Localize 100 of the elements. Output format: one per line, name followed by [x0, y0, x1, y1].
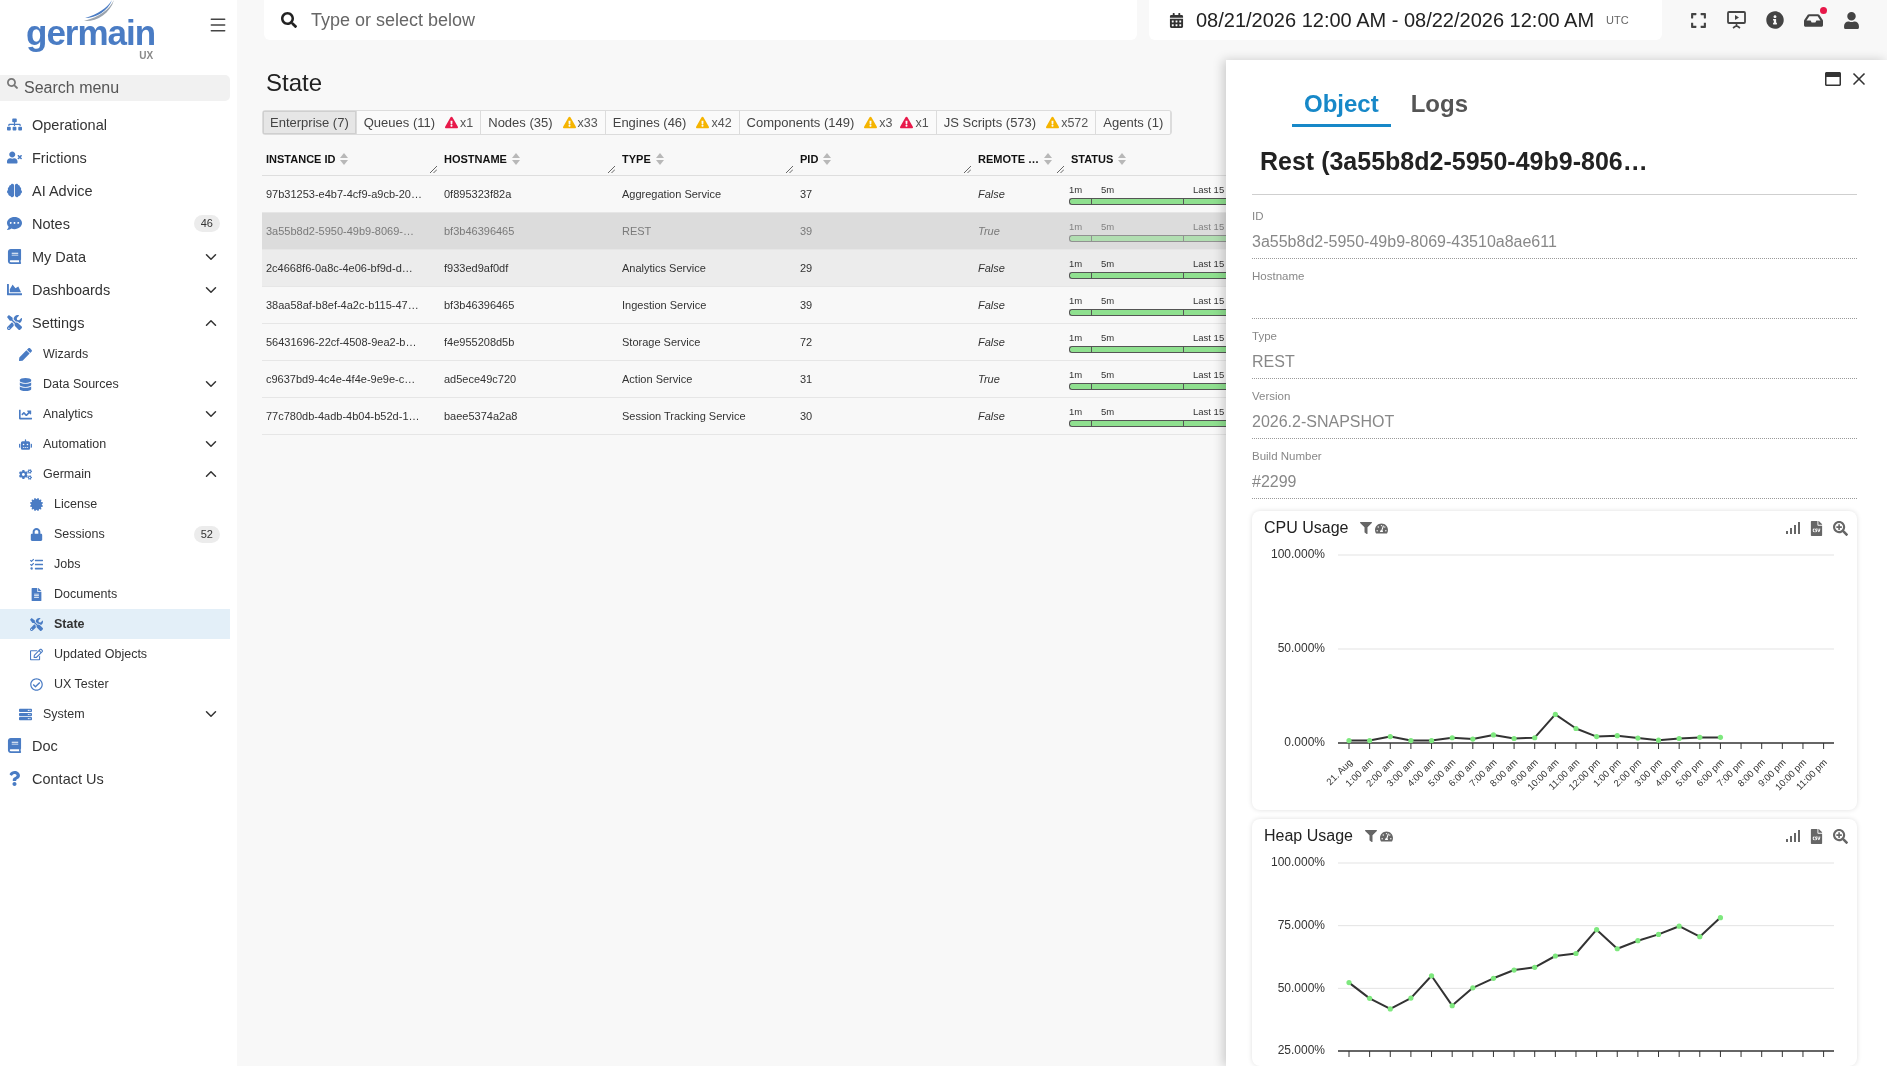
table-cell-text: REST: [621, 224, 653, 239]
column-header[interactable]: INSTANCE ID: [262, 142, 440, 175]
category-tab[interactable]: Agents (1): [1096, 111, 1172, 134]
window-icon[interactable]: [1825, 71, 1841, 87]
table-cell-text: 0f895323f82a: [443, 187, 513, 202]
table-cell-text: f4e955208d5b: [443, 335, 516, 350]
table-cell-text: 38aa58af-b8ef-4a2c-b115-47…: [265, 298, 420, 313]
panel-tab[interactable]: Logs: [1398, 80, 1480, 127]
table-row[interactable]: 77c780db-4adb-4b04-b52d-1… baee5374a2a8 Session Tracking Service 30 False 1m 5m Last 15: [262, 398, 1226, 435]
readonly-field: 2026.2-SNAPSHOT: [1252, 412, 1857, 439]
menu-item[interactable]: Notes 46: [0, 207, 230, 240]
book-icon: [7, 249, 22, 264]
status-label: 1m: [1069, 405, 1083, 417]
menu-item[interactable]: Sessions 52: [0, 519, 230, 549]
category-tab[interactable]: Components (149) x3 x1: [739, 111, 937, 134]
gauge-icon[interactable]: [1375, 521, 1389, 535]
search-field[interactable]: Type or select below: [264, 0, 1137, 40]
column-header[interactable]: PID: [796, 142, 974, 175]
tools-icon: [7, 315, 22, 330]
table-row[interactable]: 56431696-22cf-4508-9ea2-b… f4e955208d5b Storage Service 72 False 1m 5m Last 15: [262, 324, 1226, 361]
csv-file-icon[interactable]: [1809, 828, 1824, 844]
zoom-in-icon[interactable]: [1833, 828, 1848, 844]
page-title: State: [266, 69, 323, 97]
menu-item[interactable]: State: [0, 609, 230, 639]
menu-item[interactable]: Updated Objects: [0, 639, 230, 669]
menu-item[interactable]: Frictions: [0, 141, 230, 174]
table-row[interactable]: 2c4668f6-0a8c-4e06-bf9d-d… f933ed9af0df Analytics Service 29 False 1m 5m Last 15: [262, 250, 1226, 287]
seal-icon: [30, 497, 43, 511]
data-point: [1717, 734, 1724, 740]
menu-item[interactable]: Contact Us: [0, 762, 230, 795]
table-cell-text: 39: [799, 298, 814, 313]
category-tab[interactable]: Enterprise (7): [263, 111, 357, 134]
zoom-in-icon[interactable]: [1833, 520, 1848, 536]
menu-item[interactable]: System: [0, 699, 230, 729]
date-range-picker[interactable]: 08/21/2026 12:00 AM - 08/22/2026 12:00 AM UTC: [1149, 0, 1662, 40]
table-cell-text: 31: [799, 372, 814, 387]
column-header[interactable]: HOSTNAME: [440, 142, 618, 175]
column-header[interactable]: TYPE: [618, 142, 796, 175]
filter-icon[interactable]: [1360, 522, 1373, 534]
menu-item[interactable]: Analytics: [0, 399, 230, 429]
data-point: [1552, 953, 1558, 959]
menu-item[interactable]: License: [0, 489, 230, 519]
resize-handle-icon[interactable]: [786, 166, 793, 173]
resize-handle-icon[interactable]: [608, 166, 615, 173]
menu-item[interactable]: Germain: [0, 459, 230, 489]
table-cell-text: Action Service: [621, 372, 694, 387]
filter-icon[interactable]: [1364, 830, 1377, 842]
menu-item[interactable]: UX Tester: [0, 669, 230, 699]
menu-item[interactable]: Automation: [0, 429, 230, 459]
field-label: Build Number: [1252, 449, 1322, 463]
resize-handle-icon[interactable]: [430, 166, 437, 173]
warning-triangle-icon: [696, 116, 710, 129]
data-point: [1594, 734, 1600, 740]
robot-icon: [19, 437, 32, 451]
table-cell-text: False: [977, 261, 1006, 276]
category-tab[interactable]: Queues (11) x1: [356, 111, 482, 134]
status-label: Last 15: [1193, 368, 1225, 380]
menu-button[interactable]: [208, 15, 228, 35]
signal-bars-icon[interactable]: [1786, 830, 1800, 842]
table-cell-text: 29: [799, 261, 814, 276]
y-tick-label: 100.000%: [1270, 547, 1325, 562]
menu-search-field[interactable]: Search menu: [0, 75, 230, 101]
data-point: [1346, 737, 1352, 744]
table-cell-text: Ingestion Service: [621, 298, 708, 313]
fullscreen-icon[interactable]: [1690, 11, 1707, 29]
panel-tab[interactable]: Object: [1292, 80, 1391, 127]
csv-file-icon[interactable]: [1809, 520, 1824, 536]
signal-bars-icon[interactable]: [1786, 522, 1800, 534]
menu-item[interactable]: Doc: [0, 729, 230, 762]
count-badge: 52: [193, 525, 220, 543]
data-point: [1717, 915, 1724, 921]
menu-item[interactable]: Documents: [0, 579, 230, 609]
column-header[interactable]: REMOTE …: [974, 142, 1067, 175]
menu-item[interactable]: My Data: [0, 240, 230, 273]
data-point: [1367, 737, 1373, 744]
resize-handle-icon[interactable]: [964, 166, 971, 173]
presentation-screen-icon[interactable]: [1727, 11, 1746, 29]
menu-item[interactable]: Wizards: [0, 339, 230, 369]
table-row[interactable]: 38aa58af-b8ef-4a2c-b115-47… bf3b46396465 Ingestion Service 39 False 1m 5m Last 15: [262, 287, 1226, 324]
table-cell-text: 39: [799, 224, 814, 239]
menu-item[interactable]: Jobs: [0, 549, 230, 579]
menu-item[interactable]: Settings: [0, 306, 230, 339]
menu-item[interactable]: AI Advice: [0, 174, 230, 207]
brain-icon: [7, 183, 22, 198]
info-icon[interactable]: [1766, 11, 1784, 29]
category-tab[interactable]: Nodes (35) x33: [481, 111, 606, 134]
data-point: [1470, 985, 1476, 991]
column-header[interactable]: STATUS: [1067, 142, 1226, 175]
gauge-icon[interactable]: [1379, 829, 1393, 843]
menu-item[interactable]: Dashboards: [0, 273, 230, 306]
menu-item[interactable]: Operational: [0, 108, 230, 141]
resize-handle-icon[interactable]: [1057, 166, 1065, 173]
menu-item[interactable]: Data Sources: [0, 369, 230, 399]
user-icon[interactable]: [1843, 11, 1860, 29]
table-cell-text: f933ed9af0df: [443, 261, 510, 276]
category-tab[interactable]: Engines (46) x42: [605, 111, 740, 134]
y-tick-label: 75.000%: [1277, 917, 1325, 932]
table-row[interactable]: c9637bd9-4c4e-4f4e-9e9e-c… ad5ece49c720 Action Service 31 True 1m 5m Last 15: [262, 361, 1226, 398]
table-cell-text: 30: [799, 409, 814, 424]
category-tab[interactable]: JS Scripts (573) x572: [936, 111, 1097, 134]
